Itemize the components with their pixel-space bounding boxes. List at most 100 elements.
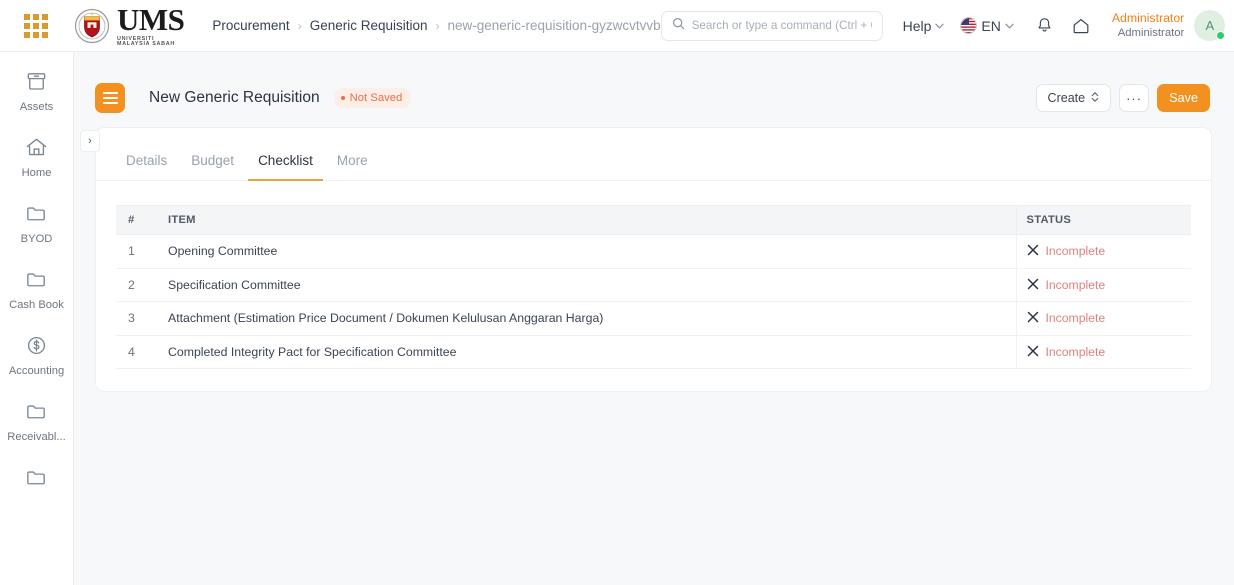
column-header-item: ITEM	[158, 205, 1016, 235]
row-item: Completed Integrity Pact for Specificati…	[158, 335, 1016, 369]
tab-more[interactable]: More	[327, 153, 378, 181]
tab-budget[interactable]: Budget	[181, 153, 244, 181]
row-index: 1	[116, 234, 158, 269]
help-label: Help	[902, 17, 932, 34]
breadcrumb-item-current: new-generic-requisition-gyzwcvtvvb	[447, 18, 661, 33]
breadcrumb-item-procurement[interactable]: Procurement	[212, 18, 289, 33]
sidebar-label-byod: BYOD	[20, 233, 53, 245]
x-icon	[1027, 244, 1039, 259]
table-body: 1 Opening Committee Incomplete 2 Specifi…	[116, 234, 1191, 369]
user-name: Administrator	[1111, 10, 1185, 25]
sidebar-label-home: Home	[21, 167, 52, 179]
document-menu-icon[interactable]	[95, 83, 125, 113]
online-status-dot	[1216, 31, 1226, 40]
checklist-table: # ITEM STATUS 1 Opening Committee Incomp…	[116, 205, 1191, 369]
x-icon	[1027, 311, 1039, 326]
folder-icon	[24, 464, 50, 490]
navbar-right-cluster: Help	[660, 10, 1226, 41]
row-index: 4	[116, 335, 158, 369]
table-row[interactable]: 2 Specification Committee Incomplete	[116, 268, 1191, 302]
folder-icon	[24, 266, 50, 292]
sidebar-label-cash-book: Cash Book	[9, 299, 64, 311]
sidebar-label-assets: Assets	[19, 101, 54, 113]
left-sidebar: Assets Home BYOD Cash Book Accounting Re…	[0, 52, 74, 585]
help-menu[interactable]: Help	[903, 18, 945, 34]
language-label: EN	[981, 17, 1001, 34]
row-index: 2	[116, 268, 158, 302]
status-label: Incomplete	[1045, 344, 1106, 359]
more-actions-button[interactable]: ···	[1119, 84, 1150, 112]
page-header: New Generic Requisition Not Saved Create…	[74, 52, 1234, 122]
checklist-table-wrap: # ITEM STATUS 1 Opening Committee Incomp…	[96, 181, 1211, 391]
row-item: Specification Committee	[158, 268, 1016, 302]
table-head: # ITEM STATUS	[116, 205, 1191, 235]
user-role: Administrator	[1117, 27, 1185, 40]
status-badge: Not Saved	[333, 88, 412, 108]
page-title: New Generic Requisition	[149, 89, 320, 106]
sidebar-item-cash-book[interactable]: Cash Book	[0, 266, 73, 311]
logo-title: UMS	[117, 1, 185, 37]
page-actions: Create ··· Save	[1035, 84, 1210, 112]
create-button-label: Create	[1047, 91, 1086, 105]
row-status: Incomplete	[1015, 234, 1191, 269]
sidebar-item-accounting[interactable]: Accounting	[0, 332, 73, 377]
search-icon	[672, 17, 685, 35]
us-flag-icon	[960, 17, 978, 34]
sidebar-label-receivables: Receivabl...	[7, 431, 66, 443]
top-navbar: UMS UNIVERSITI MALAYSIA SABAH Procuremen…	[0, 0, 1234, 52]
bell-icon[interactable]	[1030, 11, 1060, 41]
folder-icon	[24, 200, 50, 226]
sidebar-item-byod[interactable]: BYOD	[0, 200, 73, 245]
folder-icon	[24, 398, 50, 424]
breadcrumb-separator: ›	[297, 18, 302, 33]
tab-details[interactable]: Details	[116, 153, 177, 181]
user-menu[interactable]: Administrator Administrator	[1112, 11, 1184, 40]
row-status: Incomplete	[1015, 301, 1191, 336]
breadcrumb-separator: ›	[435, 18, 440, 33]
status-label: Incomplete	[1045, 244, 1106, 259]
status-label: Incomplete	[1045, 277, 1106, 292]
house-icon	[24, 134, 50, 160]
row-status: Incomplete	[1015, 335, 1191, 369]
content-card: Details Budget Checklist More # ITEM STA…	[95, 127, 1212, 392]
row-item: Opening Committee	[158, 234, 1016, 269]
dollar-circle-icon	[24, 332, 50, 358]
search-box[interactable]	[660, 10, 883, 41]
home-icon[interactable]	[1066, 11, 1096, 41]
column-header-num: #	[116, 205, 158, 235]
ums-logo[interactable]: UMS UNIVERSITI MALAYSIA SABAH	[74, 1, 185, 48]
table-row[interactable]: 1 Opening Committee Incomplete	[116, 234, 1191, 269]
logo-subtitle: UNIVERSITI MALAYSIA SABAH	[117, 35, 175, 47]
ums-crest-icon	[74, 8, 110, 44]
page-container: New Generic Requisition Not Saved Create…	[74, 52, 1234, 585]
row-status: Incomplete	[1015, 268, 1191, 302]
chevron-down-icon	[935, 21, 945, 31]
create-button[interactable]: Create	[1035, 84, 1112, 112]
save-button[interactable]: Save	[1157, 84, 1210, 112]
breadcrumb: Procurement › Generic Requisition › new-…	[212, 18, 660, 33]
language-menu[interactable]: EN	[960, 17, 1014, 34]
table-row[interactable]: 3 Attachment (Estimation Price Document …	[116, 301, 1191, 336]
x-icon	[1027, 345, 1039, 360]
table-row[interactable]: 4 Completed Integrity Pact for Specifica…	[116, 335, 1191, 369]
sidebar-item-home[interactable]: Home	[0, 134, 73, 179]
status-label: Incomplete	[1045, 311, 1106, 326]
sidebar-item-receivables[interactable]: Receivabl...	[0, 398, 73, 443]
search-input[interactable]	[691, 19, 872, 32]
sidebar-label-accounting: Accounting	[8, 365, 65, 377]
chevron-down-icon	[1005, 21, 1014, 31]
sidebar-expand-toggle[interactable]: ›	[80, 130, 100, 152]
x-icon	[1027, 278, 1039, 293]
sidebar-item-next[interactable]	[0, 464, 73, 497]
updown-chevron-icon	[1091, 91, 1099, 106]
sidebar-item-assets[interactable]: Assets	[0, 68, 73, 113]
tab-bar: Details Budget Checklist More	[96, 128, 1211, 181]
column-header-status: STATUS	[1015, 205, 1191, 235]
row-index: 3	[116, 301, 158, 336]
breadcrumb-item-generic-requisition[interactable]: Generic Requisition	[310, 18, 428, 33]
row-item: Attachment (Estimation Price Document / …	[158, 301, 1016, 336]
table-header-row: # ITEM STATUS	[116, 205, 1191, 235]
avatar[interactable]: A	[1194, 10, 1226, 41]
tab-checklist[interactable]: Checklist	[248, 153, 323, 181]
apps-grid-icon[interactable]	[24, 13, 48, 38]
